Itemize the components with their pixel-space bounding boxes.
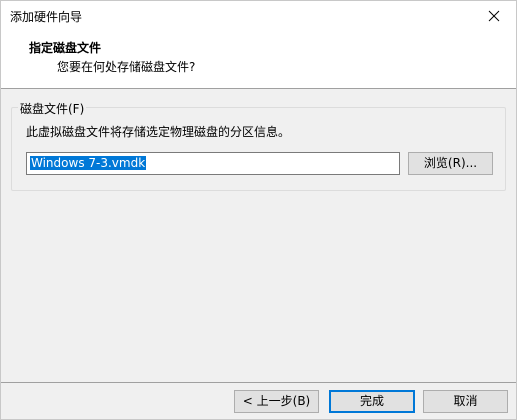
footer-divider xyxy=(1,382,516,383)
previous-button[interactable]: < 上一步(B) xyxy=(234,390,319,413)
disk-file-description: 此虚拟磁盘文件将存储选定物理磁盘的分区信息。 xyxy=(26,125,291,139)
close-button[interactable] xyxy=(472,1,516,31)
browse-button[interactable]: 浏览(R)... xyxy=(408,152,493,175)
disk-file-group: 磁盘文件(F) 此虚拟磁盘文件将存储选定物理磁盘的分区信息。 Windows 7… xyxy=(11,100,506,191)
disk-file-path-input[interactable]: Windows 7-3.vmdk xyxy=(26,152,400,175)
page-subtitle: 您要在何处存储磁盘文件? xyxy=(57,60,196,74)
window-title: 添加硬件向导 xyxy=(10,10,83,24)
close-icon xyxy=(488,10,500,22)
cancel-button[interactable]: 取消 xyxy=(423,390,508,413)
disk-file-path-value: Windows 7-3.vmdk xyxy=(30,156,147,170)
wizard-header: 指定磁盘文件 您要在何处存储磁盘文件? xyxy=(1,31,516,89)
title-bar: 添加硬件向导 xyxy=(1,1,516,31)
page-title: 指定磁盘文件 xyxy=(29,41,102,55)
disk-file-group-label: 磁盘文件(F) xyxy=(18,100,87,117)
add-hardware-wizard-window: 添加硬件向导 指定磁盘文件 您要在何处存储磁盘文件? 磁盘文件(F) 此虚拟磁盘… xyxy=(0,0,517,420)
finish-button[interactable]: 完成 xyxy=(329,390,415,413)
